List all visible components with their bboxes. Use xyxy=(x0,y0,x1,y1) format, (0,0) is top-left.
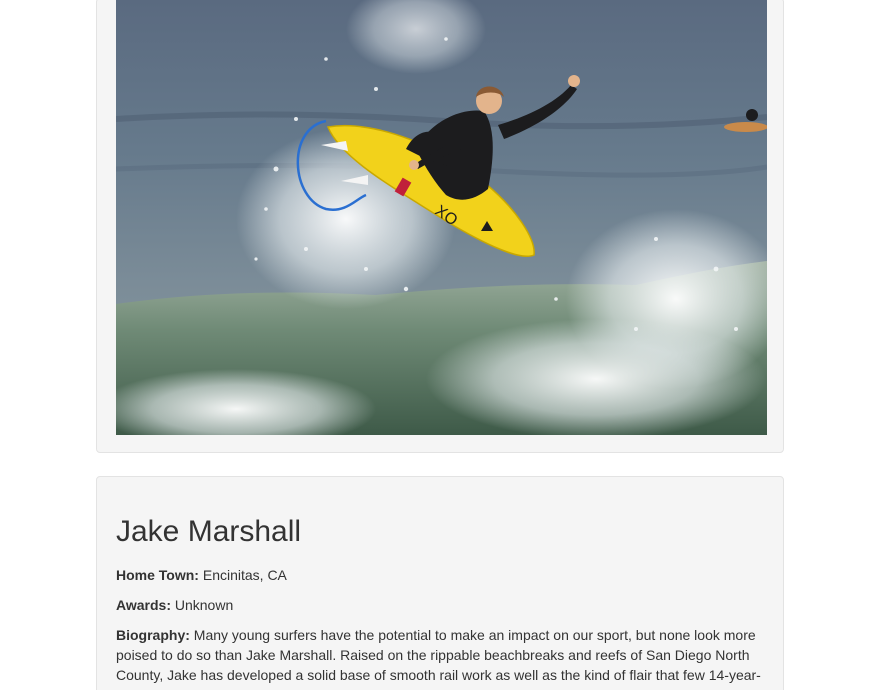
home-town-row: Home Town: Encinitas, CA xyxy=(116,565,764,585)
surfer-photo: XO xyxy=(116,0,767,435)
surfer-name: Jake Marshall xyxy=(116,515,302,548)
awards-value: Unknown xyxy=(174,597,234,613)
photo-well: XO xyxy=(96,0,784,453)
home-town-value: Encinitas, CA xyxy=(202,567,287,583)
biography-text: Many young surfers have the potential to… xyxy=(116,627,761,690)
page: XO Jake Marshall Home Town: Encinitas, C… xyxy=(0,0,883,690)
surfer-profile: Jake Marshall Home Town: Encinitas, CA A… xyxy=(96,476,784,690)
home-town-label: Home Town: xyxy=(116,567,199,583)
biography-label: Biography: xyxy=(116,627,190,643)
biography-row: Biography: Many young surfers have the p… xyxy=(116,625,764,690)
awards-label: Awards: xyxy=(116,597,171,613)
awards-row: Awards: Unknown xyxy=(116,595,764,615)
